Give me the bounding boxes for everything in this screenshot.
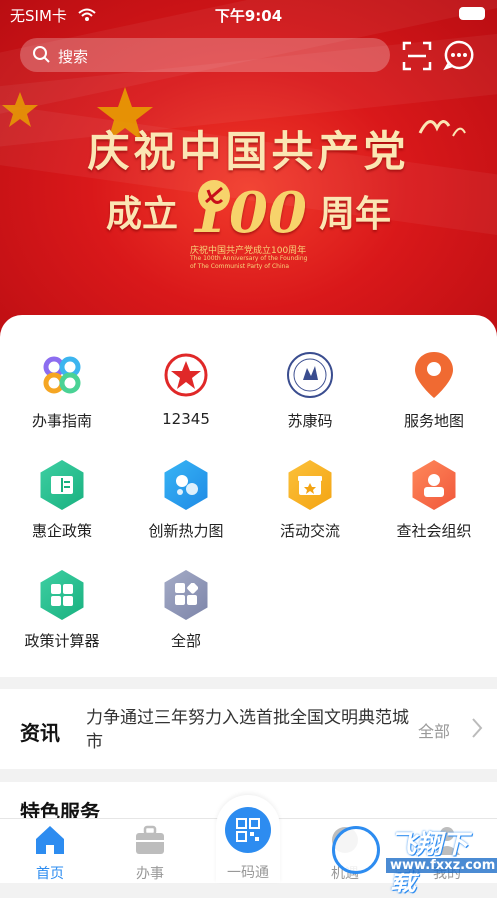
service-heatmap[interactable]: 创新热力图 — [124, 460, 248, 560]
map-pin-icon — [409, 350, 459, 400]
service-label: 服务地图 — [403, 412, 464, 430]
watermark-url: www.fxxz.com — [386, 858, 497, 873]
hotline-star-icon — [161, 350, 211, 400]
search-placeholder: 搜索 — [58, 48, 89, 66]
tab-qr-code[interactable]: 一码通 — [216, 795, 280, 883]
news-headline[interactable]: 力争通过三年努力入选首批全国文明典范城市 — [86, 706, 416, 754]
qr-code-icon — [225, 807, 271, 853]
clock: 下午9:04 — [214, 7, 283, 25]
battery-icon — [459, 7, 485, 20]
service-guide[interactable]: 办事指南 — [0, 350, 124, 450]
calculator-icon — [37, 570, 87, 620]
health-code-icon — [285, 350, 335, 400]
news-ticker[interactable]: 资讯 力争通过三年努力入选首批全国文明典范城市 全部 — [0, 689, 497, 769]
scan-icon[interactable] — [402, 41, 432, 71]
tab-label: 一码通 — [227, 865, 269, 881]
emblem-caption-en: The 100th Anniversary of the Founding of… — [190, 255, 308, 270]
service-label: 苏康码 — [287, 412, 333, 430]
watermark-logo-icon — [332, 826, 380, 874]
guide-icon — [37, 350, 87, 400]
chevron-right-icon[interactable] — [470, 717, 484, 739]
news-more-link[interactable]: 全部 — [418, 718, 450, 742]
tab-label: 办事 — [136, 866, 164, 882]
heatmap-bubbles-icon — [161, 460, 211, 510]
banner-text-pre: 成立 — [106, 193, 179, 235]
banner-text-post: 周年 — [318, 193, 391, 235]
person-org-icon — [409, 460, 459, 510]
search-input[interactable]: 搜索 — [20, 38, 390, 72]
tab-affairs[interactable]: 办事 — [105, 819, 195, 884]
service-calculator[interactable]: 政策计算器 — [0, 570, 124, 670]
service-12345[interactable]: 12345 — [124, 350, 248, 450]
service-label: 查社会组织 — [396, 522, 472, 540]
search-row: 搜索 — [20, 38, 480, 74]
service-label: 办事指南 — [31, 412, 92, 430]
message-icon[interactable] — [443, 39, 475, 71]
banner-title: 庆祝中国共产党 — [87, 127, 410, 176]
service-label: 12345 — [162, 410, 210, 428]
service-label: 全部 — [170, 632, 201, 650]
services-panel: 办事指南 12345 苏康码 服务地图 惠企政策 创新热力图 活动交流 查社会组… — [0, 315, 497, 677]
banner-subtitle: 成立 100 周年 — [0, 180, 497, 246]
status-bar: 无SIM卡 下午9:04 — [0, 0, 497, 30]
service-label: 政策计算器 — [24, 632, 100, 650]
gift-box-icon — [285, 460, 335, 510]
policy-book-icon — [37, 460, 87, 510]
tab-label: 首页 — [36, 866, 64, 882]
service-label: 惠企政策 — [31, 522, 92, 540]
service-all[interactable]: 全部 — [124, 570, 248, 670]
service-policy[interactable]: 惠企政策 — [0, 460, 124, 560]
home-icon — [36, 826, 64, 854]
service-label: 活动交流 — [279, 522, 340, 540]
all-grid-icon — [161, 570, 211, 620]
party-emblem-icon — [198, 180, 230, 212]
briefcase-icon — [136, 825, 164, 854]
search-icon — [33, 46, 50, 63]
service-health-code[interactable]: 苏康码 — [248, 350, 372, 450]
tab-home[interactable]: 首页 — [5, 819, 95, 884]
service-label: 创新热力图 — [148, 522, 224, 540]
service-map[interactable]: 服务地图 — [372, 350, 496, 450]
download-watermark: 飞翔下载 www.fxxz.com — [330, 820, 497, 897]
service-social-org[interactable]: 查社会组织 — [372, 460, 496, 560]
news-tag: 资讯 — [20, 721, 60, 745]
service-activities[interactable]: 活动交流 — [248, 460, 372, 560]
